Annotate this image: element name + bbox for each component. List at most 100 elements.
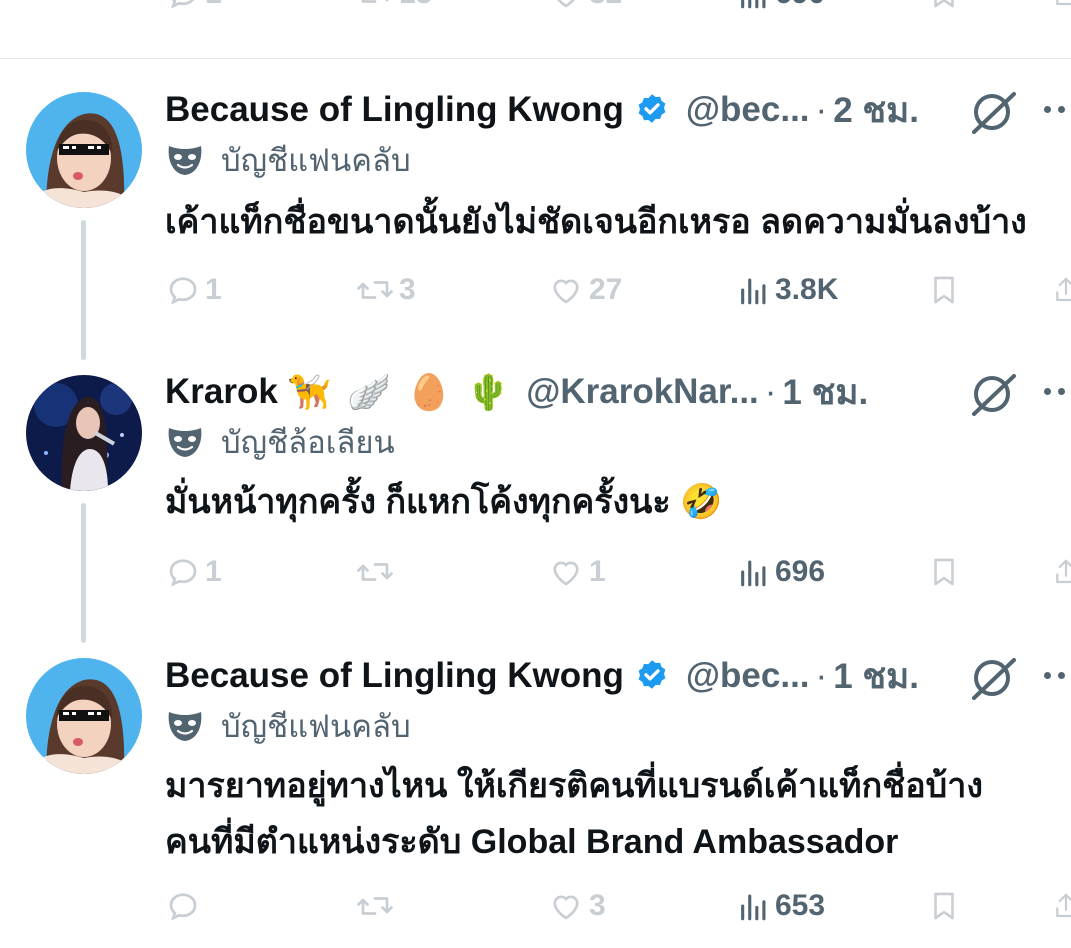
view-count: 3.8K: [775, 273, 839, 306]
name-emojis: 🦮 🪽 🥚 🌵: [288, 372, 510, 413]
reply-button[interactable]: 1: [165, 270, 222, 310]
account-badge: บัญชีล้อเลียน: [165, 422, 395, 462]
like-count: 32: [589, 0, 622, 11]
view-count: 696: [775, 555, 826, 588]
separator-dot: ·: [815, 90, 828, 129]
like-button[interactable]: 3: [547, 886, 606, 926]
repost-button[interactable]: 3: [355, 270, 416, 310]
bookmark-button[interactable]: [927, 270, 961, 310]
views-button[interactable]: 3.8K: [737, 270, 838, 310]
reply-count: 1: [205, 555, 222, 588]
avatar-photo: [26, 92, 142, 208]
tweet-text: มั่นหน้าทุกครั้ง ก็แหกโค้งทุกครั้งนะ 🤣: [165, 474, 722, 530]
bookmark-button[interactable]: [927, 886, 961, 926]
like-icon: [553, 279, 579, 304]
like-icon: [557, 0, 575, 8]
like-count: 27: [589, 273, 623, 306]
views-button[interactable]: 696: [737, 552, 825, 592]
tweet-header: Because of Lingling Kwong @bec... · 1 ชม…: [165, 654, 919, 698]
mask-icon: [165, 424, 205, 460]
share-icon: [1056, 277, 1071, 302]
avatar[interactable]: [26, 92, 142, 208]
reply-count: 1: [205, 273, 222, 306]
account-badge: บัญชีแฟนคลับ: [165, 706, 411, 746]
verified-icon: [634, 92, 670, 128]
repost-button[interactable]: [355, 552, 399, 592]
separator-dot: ·: [764, 372, 777, 411]
views-icon: [741, 894, 766, 921]
bookmark-button[interactable]: [927, 0, 961, 14]
badge-label: บัญชีแฟนคลับ: [221, 709, 411, 744]
repost-button[interactable]: [355, 886, 399, 926]
badge-label: บัญชีล้อเลียน: [221, 425, 395, 460]
tweet-text-line: มั่นหน้าทุกครั้ง ก็แหกโค้งทุกครั้งนะ 🤣: [165, 483, 723, 521]
reply-icon: [171, 0, 194, 9]
share-icon: [1056, 893, 1071, 918]
handle[interactable]: @KrarokNar...: [526, 372, 759, 412]
wing-emoji: 🪽: [347, 372, 392, 412]
like-button[interactable]: 32: [547, 0, 622, 14]
like-icon: [553, 895, 579, 920]
bookmark-icon: [934, 0, 954, 8]
display-name[interactable]: Because of Lingling Kwong: [165, 656, 624, 696]
avatar[interactable]: [26, 658, 142, 774]
avatar-photo: [26, 375, 142, 491]
tweet-text-line: คนที่มีตำแหน่งระดับ Global Brand Ambassa…: [165, 823, 899, 861]
views-icon: [741, 560, 766, 587]
like-count: 1: [589, 555, 606, 588]
share-button[interactable]: [1051, 552, 1071, 592]
handle[interactable]: @bec...: [686, 90, 810, 130]
more-icon[interactable]: [1044, 672, 1071, 679]
view-count: 690: [775, 0, 825, 11]
repost-button[interactable]: 15: [355, 0, 432, 14]
tweet-text: เค้าแท็กชื่อขนาดนั้นยังไม่ชัดเจนอีกเหรอ …: [165, 194, 1027, 250]
views-icon: [741, 278, 766, 305]
handle[interactable]: @bec...: [686, 656, 810, 696]
tweet-header: Because of Lingling Kwong @bec... · 2 ชม…: [165, 88, 919, 132]
reply-icon: [169, 893, 197, 921]
mask-icon: [165, 142, 205, 178]
like-icon: [553, 561, 579, 586]
like-button[interactable]: 1: [547, 552, 606, 592]
timestamp[interactable]: 2 ชม.: [833, 83, 919, 138]
views-button[interactable]: 653: [737, 886, 825, 926]
grok-icon[interactable]: [968, 656, 1018, 705]
more-icon[interactable]: [1044, 106, 1071, 113]
avatar[interactable]: [26, 375, 142, 491]
reply-icon: [169, 277, 197, 305]
display-name[interactable]: Krarok: [165, 372, 278, 412]
more-icon[interactable]: [1044, 388, 1071, 395]
tweet-actions: 1 1 696: [165, 552, 1071, 592]
repost-count: 3: [399, 273, 416, 306]
views-button[interactable]: 690: [737, 0, 825, 14]
tweet-text-line: เค้าแท็กชื่อขนาดนั้นยังไม่ชัดเจนอีกเหรอ …: [165, 203, 1027, 241]
separator-dot: ·: [815, 656, 828, 695]
thread-line: [81, 503, 86, 643]
share-button[interactable]: [1051, 886, 1071, 926]
timestamp[interactable]: 1 ชม.: [833, 649, 919, 704]
repost-icon: [361, 0, 389, 3]
share-button[interactable]: [1051, 270, 1071, 310]
repost-icon: [357, 281, 393, 299]
badge-label: บัญชีแฟนคลับ: [221, 143, 411, 178]
reply-button[interactable]: [165, 886, 205, 926]
reply-button[interactable]: 1: [165, 552, 222, 592]
grok-icon[interactable]: [968, 372, 1018, 421]
bookmark-icon: [934, 558, 954, 586]
display-name[interactable]: Because of Lingling Kwong: [165, 90, 624, 130]
timestamp[interactable]: 1 ชม.: [782, 365, 868, 420]
view-count: 653: [775, 889, 826, 922]
bookmark-button[interactable]: [927, 552, 961, 592]
share-button[interactable]: [1051, 0, 1071, 14]
like-button[interactable]: 27: [547, 270, 622, 310]
bookmark-icon: [934, 892, 954, 920]
like-count: 3: [589, 889, 606, 922]
grok-icon[interactable]: [968, 90, 1018, 139]
repost-count: 15: [399, 0, 432, 11]
previous-tweet-actions: 1 15 32 690: [0, 0, 1071, 34]
bookmark-icon: [934, 276, 954, 304]
egg-emoji: 🥚: [407, 372, 451, 412]
reply-button[interactable]: 1: [165, 0, 222, 14]
avatar-photo: [26, 658, 142, 774]
share-icon: [1056, 559, 1071, 584]
